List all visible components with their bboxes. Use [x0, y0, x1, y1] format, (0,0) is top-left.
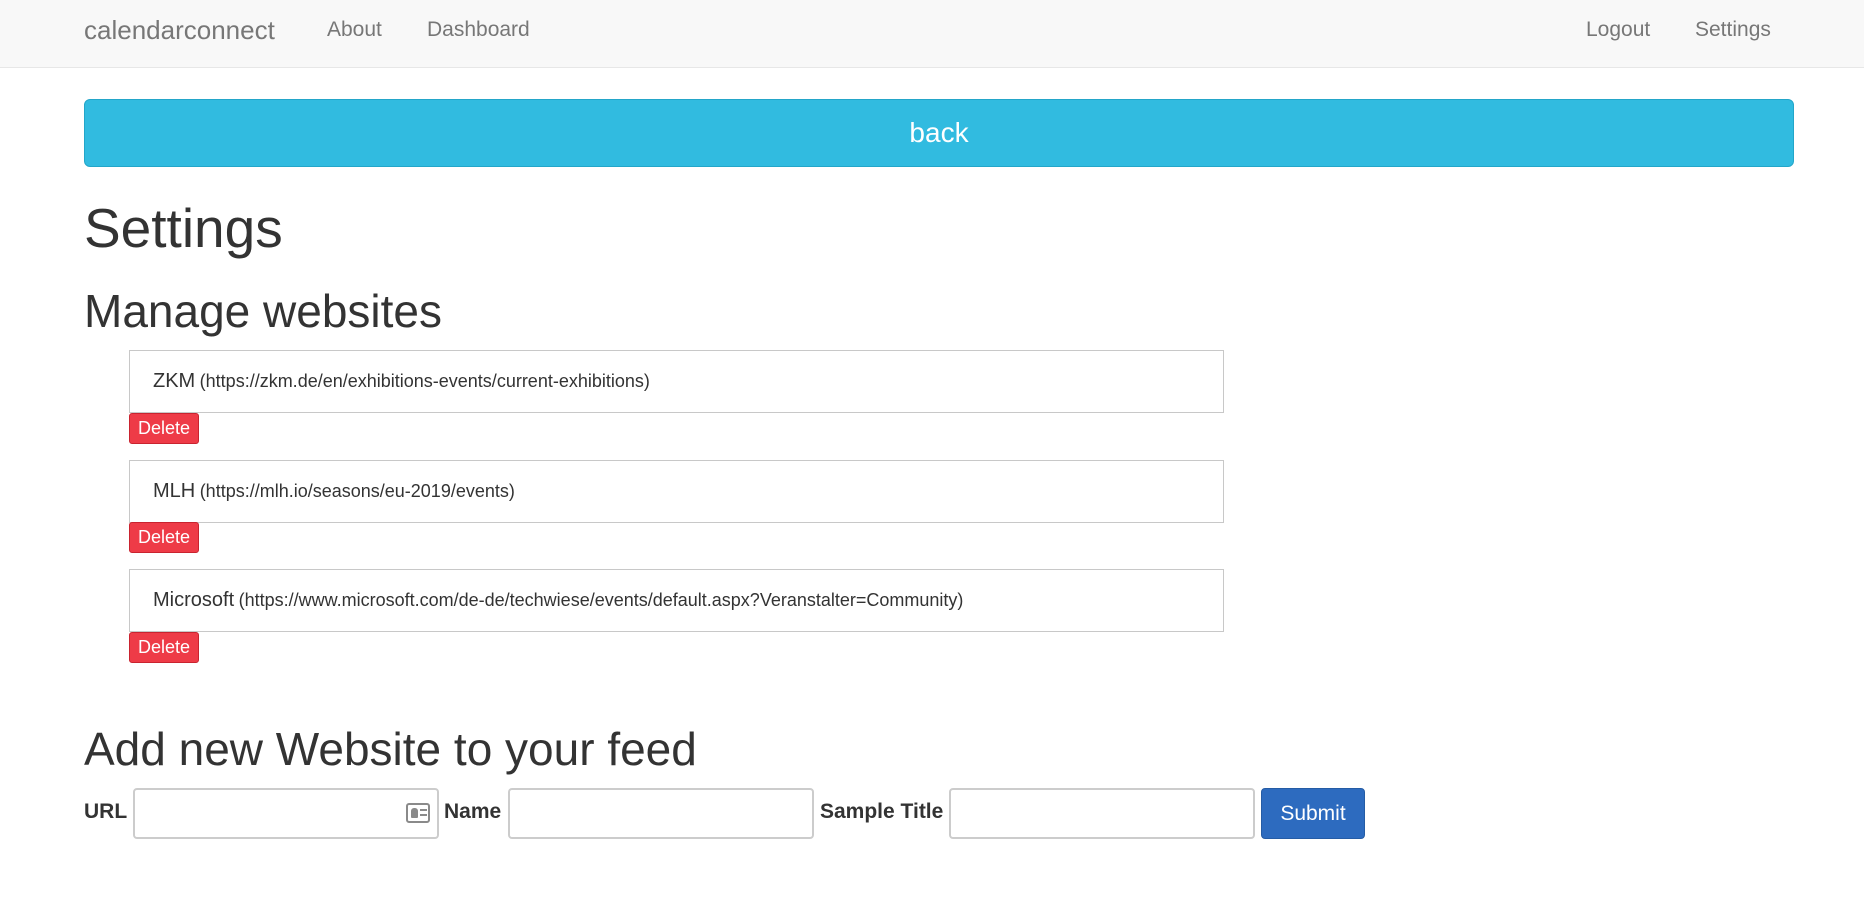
- website-list-item: MLH (https://mlh.io/seasons/eu-2019/even…: [129, 460, 1224, 523]
- delete-website-button[interactable]: Delete: [129, 522, 199, 553]
- url-label: URL: [84, 800, 128, 823]
- sample-title-label: Sample Title: [820, 800, 944, 823]
- manage-websites-heading: Manage websites: [84, 285, 442, 337]
- add-website-heading: Add new Website to your feed: [84, 723, 697, 775]
- website-list-item: Microsoft (https://www.microsoft.com/de-…: [129, 569, 1224, 632]
- website-list-item: ZKM (https://zkm.de/en/exhibitions-event…: [129, 350, 1224, 413]
- website-url: (https://zkm.de/en/exhibitions-events/cu…: [199, 371, 650, 391]
- name-input[interactable]: [508, 788, 814, 839]
- website-url: (https://mlh.io/seasons/eu-2019/events): [199, 481, 515, 501]
- url-input[interactable]: [133, 788, 439, 839]
- nav-logout-link[interactable]: Logout: [1586, 0, 1650, 60]
- contact-card-icon[interactable]: [406, 803, 430, 823]
- website-name: MLH: [153, 480, 196, 502]
- website-name: ZKM: [153, 370, 196, 392]
- delete-website-button[interactable]: Delete: [129, 413, 199, 444]
- submit-button[interactable]: Submit: [1261, 788, 1365, 839]
- page-title: Settings: [84, 197, 283, 259]
- sample-title-input[interactable]: [949, 788, 1255, 839]
- navbar: calendarconnect About Dashboard Logout S…: [0, 0, 1864, 68]
- name-label: Name: [444, 800, 502, 823]
- brand-link[interactable]: calendarconnect: [84, 0, 275, 60]
- website-name: Microsoft: [153, 589, 235, 611]
- nav-dashboard-link[interactable]: Dashboard: [427, 0, 530, 60]
- nav-about-link[interactable]: About: [327, 0, 382, 60]
- nav-settings-link[interactable]: Settings: [1695, 0, 1771, 60]
- website-url: (https://www.microsoft.com/de-de/techwie…: [238, 590, 964, 610]
- delete-website-button[interactable]: Delete: [129, 632, 199, 663]
- back-button[interactable]: back: [84, 99, 1794, 167]
